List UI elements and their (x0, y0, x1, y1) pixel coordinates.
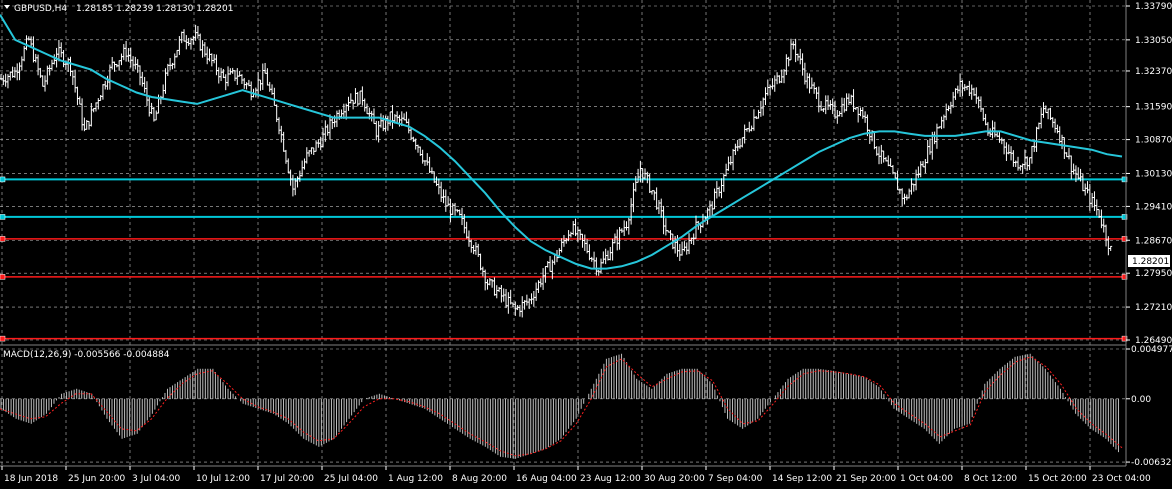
y-tick-label: 0.004977 (1131, 345, 1172, 355)
x-tick-label: 15 Oct 20:00 (1028, 474, 1087, 484)
x-tick-label: 18 Jun 2018 (4, 474, 58, 484)
x-tick-label: 3 Jul 04:00 (132, 474, 181, 484)
y-tick-label: 1.33050 (1135, 36, 1172, 46)
y-tick-label: 1.30870 (1135, 136, 1172, 146)
level-handle (0, 176, 6, 183)
x-tick-label: 10 Jul 12:00 (196, 474, 250, 484)
x-tick-label: 16 Aug 04:00 (516, 474, 577, 484)
x-tick-label: 1 Aug 12:00 (388, 474, 443, 484)
y-tick-label: 0.00 (1131, 395, 1151, 405)
y-tick-label: 1.29410 (1135, 202, 1172, 212)
x-tick-label: 25 Jul 04:00 (324, 474, 378, 484)
level-handle (0, 274, 6, 280)
x-tick-label: 23 Aug 12:00 (580, 474, 641, 484)
x-tick-label: 8 Oct 12:00 (964, 474, 1017, 484)
y-tick-label: 1.32370 (1135, 67, 1172, 77)
y-tick-label: 1.31590 (1135, 103, 1172, 113)
x-tick-label: 14 Sep 12:00 (772, 474, 832, 484)
x-tick-label: 1 Oct 04:00 (900, 474, 953, 484)
x-tick-label: 25 Jun 20:00 (68, 474, 125, 484)
ohlc-readout: 1.28185 1.28239 1.28130 1.28201 (76, 4, 233, 14)
y-tick-label: -0.006326 (1131, 458, 1172, 468)
y-tick-label: 1.27950 (1135, 269, 1172, 279)
x-tick-label: 17 Jul 20:00 (260, 474, 314, 484)
y-tick-label: 1.28670 (1135, 236, 1172, 246)
level-handle (0, 236, 6, 242)
last-price-value: 1.28201 (1132, 257, 1169, 267)
x-tick-label: 23 Oct 04:00 (1092, 474, 1151, 484)
x-tick-label: 8 Aug 20:00 (452, 474, 507, 484)
y-tick-label: 1.33790 (1135, 2, 1172, 12)
macd-title: MACD(12,26,9) -0.005566 -0.004884 (3, 350, 170, 360)
x-tick-label: 21 Sep 20:00 (836, 474, 896, 484)
chart-background (0, 0, 1172, 489)
y-tick-label: 1.27210 (1135, 303, 1172, 313)
level-handle (0, 335, 6, 342)
symbol-label: GBPUSD,H4 (14, 4, 67, 14)
x-tick-label: 30 Aug 20:00 (644, 474, 705, 484)
x-tick-label: 7 Sep 04:00 (708, 474, 763, 484)
y-tick-label: 1.30130 (1135, 169, 1172, 179)
level-handle (0, 214, 6, 220)
chart-window[interactable]: 1.33790 1.33050 1.32370 1.31590 1.30870 1.301… (0, 0, 1172, 489)
